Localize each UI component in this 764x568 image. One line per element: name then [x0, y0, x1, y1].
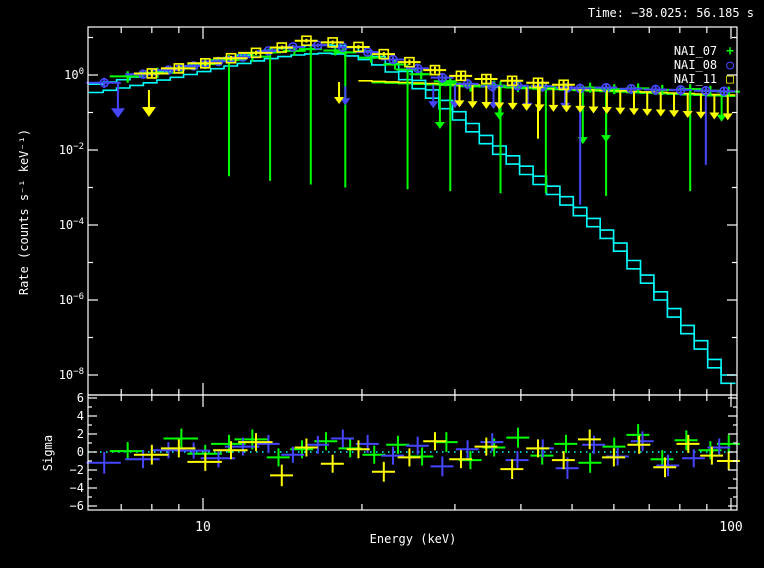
legend-marker-circle-icon: ○ [726, 58, 734, 73]
down-arrow-icon [494, 113, 504, 120]
tick-label: 10−4 [59, 217, 84, 232]
tick-label: 100 [64, 67, 84, 82]
tick-label: 10−8 [59, 367, 84, 382]
legend-marker-plus-icon: + [726, 44, 734, 59]
down-arrow-icon [468, 101, 478, 108]
legend: NAI_07 + NAI_08 ○ NAI_11 □ [674, 44, 734, 86]
spectral-fit-window: 1010010010−210−410−610−86420−2−4−6 Time:… [0, 0, 764, 568]
tick-label: −6 [70, 499, 84, 513]
tick-label: 4 [77, 409, 84, 423]
down-arrow-icon [629, 108, 639, 115]
down-arrow-icon [494, 102, 504, 109]
down-arrow-icon [602, 107, 612, 114]
down-arrow-icon [535, 104, 545, 111]
legend-marker-square-icon: □ [726, 72, 734, 87]
down-arrow-icon [669, 110, 679, 117]
down-arrow-icon [656, 110, 666, 117]
down-arrow-icon [588, 106, 598, 113]
down-arrow-icon [615, 108, 625, 115]
tick-label: 10−6 [59, 292, 84, 307]
plot-title: Time: −38.025: 56.185 s [588, 6, 754, 20]
residuals-NAI_08 [86, 430, 730, 480]
tick-label: 10−2 [59, 142, 84, 157]
tick-label: −2 [70, 463, 84, 477]
down-arrow-icon [696, 112, 706, 119]
tick-label: 2 [77, 427, 84, 441]
y-axis-label-sigma: Sigma [41, 413, 55, 493]
tick-label: 0 [77, 445, 84, 459]
legend-item-nai07: NAI_07 + [674, 44, 734, 58]
x-axis-label-energy: Energy (keV) [88, 532, 738, 546]
down-arrow-icon [428, 101, 438, 108]
down-arrow-icon [142, 107, 156, 117]
down-arrow-icon [642, 109, 652, 116]
legend-label: NAI_07 [674, 44, 717, 58]
model-steep-lower [88, 53, 736, 383]
legend-label: NAI_11 [674, 72, 717, 86]
model-steep-upper [88, 45, 736, 375]
down-arrow-icon [683, 111, 693, 118]
legend-item-nai11: NAI_11 □ [674, 72, 734, 86]
down-arrow-icon [601, 135, 611, 142]
legend-item-nai08: NAI_08 ○ [674, 58, 734, 72]
legend-label: NAI_08 [674, 58, 717, 72]
down-arrow-icon [508, 103, 518, 110]
down-arrow-icon [561, 105, 571, 112]
y-axis-label-rate: Rate (counts s⁻¹ keV⁻¹) [17, 82, 31, 342]
spectrum-plot-canvas: 1010010010−210−410−610−86420−2−4−6 [0, 0, 764, 568]
model-curves [88, 45, 736, 383]
down-arrow-icon [481, 102, 491, 109]
down-arrow-icon [522, 104, 532, 111]
down-arrow-icon [111, 108, 125, 118]
tick-label: −4 [70, 481, 84, 495]
down-arrow-icon [548, 105, 558, 112]
tick-label: 6 [77, 391, 84, 405]
down-arrow-icon [435, 122, 445, 129]
